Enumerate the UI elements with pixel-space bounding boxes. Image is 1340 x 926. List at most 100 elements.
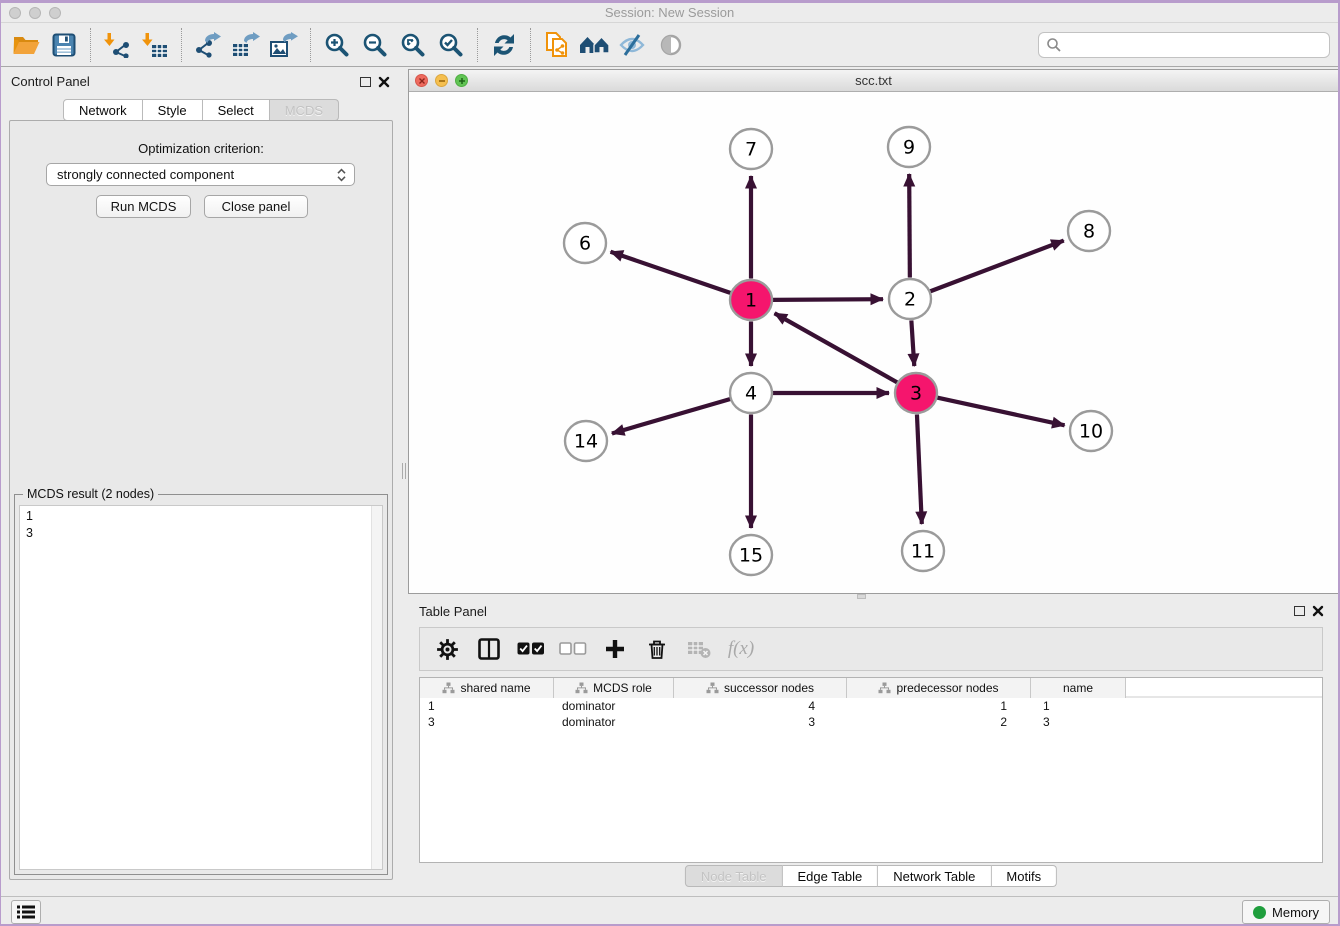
- open-folder-icon: [12, 32, 40, 58]
- toggle-column-view-button[interactable]: [474, 632, 504, 666]
- export-table-button[interactable]: [227, 26, 265, 64]
- tab-network[interactable]: Network: [63, 99, 143, 121]
- unselect-all-columns-button[interactable]: [558, 632, 588, 666]
- graph-node-3[interactable]: 3: [895, 373, 937, 413]
- float-table-panel-icon[interactable]: [1294, 606, 1305, 616]
- graph-edge-3-10[interactable]: [937, 398, 1065, 426]
- graph-edge-3-11[interactable]: [917, 414, 922, 524]
- graph-node-11[interactable]: 11: [902, 531, 944, 571]
- apply-layout-button[interactable]: [485, 26, 523, 64]
- float-panel-icon[interactable]: [360, 77, 371, 87]
- mcds-result-box[interactable]: 1 3: [19, 505, 383, 870]
- tab-node-table[interactable]: Node Table: [685, 865, 783, 887]
- graph-node-7[interactable]: 7: [730, 129, 772, 169]
- graph-edge-2-9[interactable]: [909, 174, 910, 278]
- graph-edge-1-2[interactable]: [772, 299, 883, 300]
- tab-network-table[interactable]: Network Table: [878, 865, 991, 887]
- run-mcds-button[interactable]: Run MCDS: [96, 195, 191, 218]
- table-cell[interactable]: 3: [674, 714, 847, 730]
- table-settings-button[interactable]: [432, 632, 462, 666]
- column-header-MCDS-role[interactable]: MCDS role: [554, 678, 674, 698]
- network-canvas[interactable]: 7 9 6 8 1 2 4 3 14 10 15 11: [409, 92, 1338, 593]
- table-cell[interactable]: 1: [847, 698, 1031, 714]
- save-session-button[interactable]: [45, 26, 83, 64]
- open-session-button[interactable]: [7, 26, 45, 64]
- network-view-window: scc.txt 7968124314101511: [408, 69, 1339, 594]
- table-cell[interactable]: 4: [674, 698, 847, 714]
- export-network-button[interactable]: [189, 26, 227, 64]
- minimize-view-button[interactable]: [435, 74, 448, 87]
- export-image-button[interactable]: [265, 26, 303, 64]
- function-builder-button[interactable]: f(x): [726, 632, 756, 666]
- close-panel-button[interactable]: Close panel: [204, 195, 308, 218]
- tab-motifs[interactable]: Motifs: [991, 865, 1057, 887]
- graph-edge-2-8[interactable]: [930, 241, 1064, 292]
- graph-edge-4-14[interactable]: [612, 399, 730, 433]
- graph-node-14[interactable]: 14: [565, 421, 607, 461]
- zoom-fit-button[interactable]: [394, 26, 432, 64]
- column-header-name[interactable]: name: [1031, 678, 1126, 698]
- column-header-shared-name[interactable]: shared name: [420, 678, 554, 698]
- create-column-button[interactable]: [600, 632, 630, 666]
- graph-node-8[interactable]: 8: [1068, 211, 1110, 251]
- select-all-columns-button[interactable]: [516, 632, 546, 666]
- eye-disabled-icon: [659, 33, 683, 57]
- column-header-successor-nodes[interactable]: successor nodes: [674, 678, 847, 698]
- import-table-button[interactable]: [136, 26, 174, 64]
- graph-node-10[interactable]: 10: [1070, 411, 1112, 451]
- graph-edge-1-6[interactable]: [611, 252, 731, 293]
- table-cell[interactable]: 1: [420, 698, 554, 714]
- tab-mcds[interactable]: MCDS: [270, 99, 339, 121]
- plus-icon: [604, 638, 626, 660]
- tab-edge-table[interactable]: Edge Table: [782, 865, 878, 887]
- close-table-panel-icon[interactable]: [1312, 605, 1324, 617]
- delete-table-button[interactable]: [684, 632, 714, 666]
- zoom-in-button[interactable]: [318, 26, 356, 64]
- fx-icon: f(x): [728, 638, 754, 660]
- memory-button[interactable]: Memory: [1242, 900, 1330, 924]
- control-panel-title: Control Panel: [11, 74, 90, 89]
- graph-node-15[interactable]: 15: [730, 535, 772, 575]
- tab-style[interactable]: Style: [143, 99, 203, 121]
- vertical-splitter-handle[interactable]: [402, 463, 406, 479]
- unchecked-boxes-icon: [559, 642, 587, 656]
- graph-edge-3-1[interactable]: [775, 313, 898, 382]
- tab-select[interactable]: Select: [203, 99, 270, 121]
- hide-elements-button[interactable]: [614, 26, 652, 64]
- table-cell[interactable]: dominator: [554, 698, 674, 714]
- graph-node-6[interactable]: 6: [564, 223, 606, 263]
- result-scrollbar[interactable]: [371, 506, 382, 869]
- import-network-button[interactable]: [98, 26, 136, 64]
- graph-node-9[interactable]: 9: [888, 127, 930, 167]
- minimize-window-button[interactable]: [29, 7, 41, 19]
- table-cell[interactable]: 3: [1031, 714, 1126, 730]
- table-cell[interactable]: 1: [1031, 698, 1126, 714]
- delete-column-button[interactable]: [642, 632, 672, 666]
- task-history-button[interactable]: [11, 900, 41, 924]
- table-cell[interactable]: 2: [847, 714, 1031, 730]
- graph-node-1[interactable]: 1: [730, 280, 772, 320]
- duplicate-network-button[interactable]: [538, 26, 576, 64]
- table-row: 1dominator411: [420, 698, 1322, 714]
- graph-edge-2-3[interactable]: [911, 320, 914, 366]
- graph-node-4[interactable]: 4: [730, 373, 772, 413]
- toolbar-separator: [530, 28, 531, 62]
- criterion-select[interactable]: strongly connected component: [46, 163, 355, 186]
- table-cell[interactable]: 3: [420, 714, 554, 730]
- search-input[interactable]: [1062, 35, 1329, 55]
- home-networks-button[interactable]: [576, 26, 614, 64]
- close-window-button[interactable]: [9, 7, 21, 19]
- zoom-selected-button[interactable]: [432, 26, 470, 64]
- maximize-view-button[interactable]: [455, 74, 468, 87]
- close-panel-icon[interactable]: [378, 76, 390, 88]
- column-header-predecessor-nodes[interactable]: predecessor nodes: [847, 678, 1031, 698]
- zoom-out-button[interactable]: [356, 26, 394, 64]
- horizontal-splitter-handle[interactable]: [857, 594, 866, 599]
- graph-node-2[interactable]: 2: [889, 279, 931, 319]
- zoom-in-icon: [324, 32, 350, 58]
- close-view-button[interactable]: [415, 74, 428, 87]
- refresh-icon: [491, 32, 517, 58]
- table-cell[interactable]: dominator: [554, 714, 674, 730]
- show-elements-button[interactable]: [652, 26, 690, 64]
- zoom-window-button[interactable]: [49, 7, 61, 19]
